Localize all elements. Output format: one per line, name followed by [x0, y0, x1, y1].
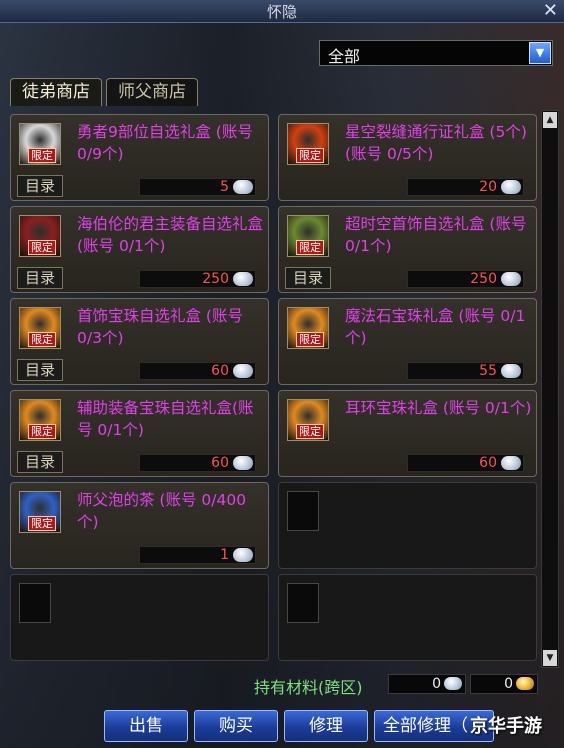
filter-value: 全部 — [328, 47, 361, 66]
gold-material-count: 0 — [470, 674, 538, 694]
silver-coin-icon — [233, 180, 253, 194]
chevron-down-icon[interactable]: ▼ — [529, 42, 551, 64]
gift-box-icon[interactable]: 限定 — [287, 123, 329, 165]
silver-coin-icon — [501, 272, 521, 286]
empty-slot-icon — [287, 583, 319, 623]
item-list: 限定 勇者9部位自选礼盒 (账号 0/9个) 目录 5 限定 星空裂缝通行证礼盒 (5个)… — [10, 106, 538, 666]
shop-item-card[interactable]: 限定 师父泡的茶 (账号 0/400个) 1 — [10, 482, 269, 569]
limited-badge: 限定 — [28, 240, 56, 255]
watermark-text: 京华手游 — [470, 716, 542, 737]
limited-badge: 限定 — [296, 240, 324, 255]
catalog-button[interactable]: 目录 — [17, 451, 63, 473]
gift-box-icon[interactable]: 限定 — [287, 307, 329, 349]
shop-item-card[interactable]: 限定 海伯伦的君主装备自选礼盒(账号 0/1个) 目录 250 — [10, 206, 269, 293]
item-name: 魔法石宝珠礼盒 (账号 0/1个) — [345, 307, 526, 347]
empty-item-slot[interactable] — [10, 574, 269, 661]
shop-item-card[interactable]: 限定 超时空首饰自选礼盒 (账号 0/1个) 目录 250 — [278, 206, 537, 293]
silver-coin-icon — [501, 456, 521, 470]
catalog-button[interactable]: 目录 — [17, 267, 63, 289]
limited-badge: 限定 — [296, 424, 324, 439]
price-value: 60 — [211, 363, 229, 379]
buy-button[interactable]: 购买 — [194, 710, 278, 742]
repair-button[interactable]: 修理 — [284, 710, 368, 742]
item-name: 辅助装备宝珠自选礼盒(账号 0/1个) — [77, 399, 254, 439]
catalog-button[interactable]: 目录 — [17, 359, 63, 381]
silver-coin-icon — [233, 272, 253, 286]
shop-item-card[interactable]: 限定 星空裂缝通行证礼盒 (5个)(账号 0/5个) 20 — [278, 114, 537, 201]
price-value: 1 — [220, 547, 229, 563]
category-filter-select[interactable]: 全部 ▼ — [319, 40, 553, 66]
item-price: 60 — [407, 454, 524, 472]
limited-badge: 限定 — [28, 424, 56, 439]
limited-badge: 限定 — [28, 332, 56, 347]
item-name: 星空裂缝通行证礼盒 (5个)(账号 0/5个) — [345, 123, 527, 163]
item-name: 首饰宝珠自选礼盒 (账号 0/3个) — [77, 307, 243, 347]
item-price: 1 — [139, 546, 256, 564]
limited-badge: 限定 — [296, 148, 324, 163]
silver-coin-icon — [233, 364, 253, 378]
tab-apprentice-shop[interactable]: 徒弟商店 — [10, 78, 102, 106]
item-price: 5 — [139, 178, 256, 196]
silver-coin-icon — [233, 548, 253, 562]
limited-badge: 限定 — [28, 516, 56, 531]
gold-coin-icon — [516, 677, 534, 690]
catalog-button[interactable]: 目录 — [285, 267, 331, 289]
empty-slot-icon — [19, 583, 51, 623]
item-name: 超时空首饰自选礼盒 (账号 0/1个) — [345, 215, 527, 255]
limited-badge: 限定 — [28, 148, 56, 163]
shop-item-card[interactable]: 限定 首饰宝珠自选礼盒 (账号 0/3个) 目录 60 — [10, 298, 269, 385]
item-name: 海伯伦的君主装备自选礼盒(账号 0/1个) — [77, 215, 264, 255]
gift-box-icon[interactable]: 限定 — [287, 215, 329, 257]
shop-item-card[interactable]: 限定 勇者9部位自选礼盒 (账号 0/9个) 目录 5 — [10, 114, 269, 201]
close-icon[interactable]: ✕ — [543, 0, 558, 21]
scrollbar[interactable]: ▲ ▼ — [541, 110, 559, 668]
price-value: 55 — [479, 363, 497, 379]
price-value: 60 — [479, 455, 497, 471]
item-name: 勇者9部位自选礼盒 (账号 0/9个) — [77, 123, 253, 163]
silver-coin-icon — [444, 677, 462, 690]
price-value: 250 — [202, 271, 229, 287]
gift-box-icon[interactable]: 限定 — [19, 399, 61, 441]
item-name: 耳环宝珠礼盒 (账号 0/1个) — [345, 399, 532, 417]
gift-box-icon[interactable]: 限定 — [287, 399, 329, 441]
gift-box-icon[interactable]: 限定 — [19, 307, 61, 349]
price-value: 250 — [470, 271, 497, 287]
gift-box-icon[interactable]: 限定 — [19, 123, 61, 165]
silver-coin-icon — [501, 180, 521, 194]
title-bar: 怀隐 ✕ — [0, 0, 564, 23]
item-price: 55 — [407, 362, 524, 380]
shop-item-card[interactable]: 限定 辅助装备宝珠自选礼盒(账号 0/1个) 目录 60 — [10, 390, 269, 477]
item-name: 师父泡的茶 (账号 0/400个) — [77, 491, 247, 531]
item-price: 60 — [139, 454, 256, 472]
gift-box-icon[interactable]: 限定 — [19, 215, 61, 257]
empty-slot-icon — [287, 491, 319, 531]
scroll-up-icon[interactable]: ▲ — [543, 112, 557, 128]
tab-master-shop[interactable]: 师父商店 — [106, 78, 198, 106]
sell-button[interactable]: 出售 — [104, 710, 188, 742]
item-price: 20 — [407, 178, 524, 196]
silver-coin-icon — [233, 456, 253, 470]
materials-label: 持有材料(跨区) — [254, 678, 363, 697]
silver-count: 0 — [432, 676, 441, 692]
limited-badge: 限定 — [296, 332, 324, 347]
price-value: 20 — [479, 179, 497, 195]
empty-item-slot[interactable] — [278, 574, 537, 661]
catalog-button[interactable]: 目录 — [17, 175, 63, 197]
item-price: 250 — [407, 270, 524, 288]
price-value: 60 — [211, 455, 229, 471]
item-price: 250 — [139, 270, 256, 288]
price-value: 5 — [220, 179, 229, 195]
empty-item-slot[interactable] — [278, 482, 537, 569]
item-price: 60 — [139, 362, 256, 380]
gold-count: 0 — [504, 676, 513, 692]
window-title: 怀隐 — [266, 3, 297, 21]
gift-box-icon[interactable]: 限定 — [19, 491, 61, 533]
shop-item-card[interactable]: 限定 魔法石宝珠礼盒 (账号 0/1个) 55 — [278, 298, 537, 385]
scroll-down-icon[interactable]: ▼ — [543, 650, 557, 666]
silver-material-count: 0 — [388, 674, 466, 694]
silver-coin-icon — [501, 364, 521, 378]
shop-item-card[interactable]: 限定 耳环宝珠礼盒 (账号 0/1个) 60 — [278, 390, 537, 477]
